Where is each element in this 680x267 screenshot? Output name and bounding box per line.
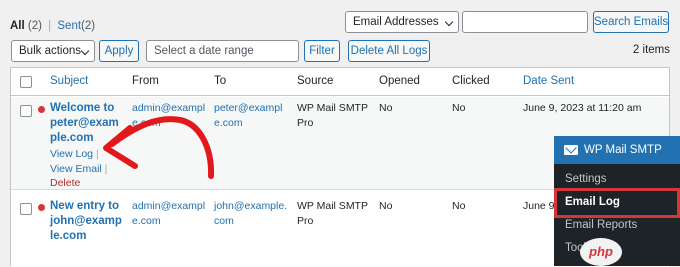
row-checkbox[interactable]: [20, 105, 32, 117]
unread-dot-icon: [38, 204, 45, 211]
row-checkbox[interactable]: [20, 203, 32, 215]
subject-line: le.com: [50, 230, 87, 242]
table-header: Subject From To Source Opened Clicked Da…: [11, 68, 669, 96]
date-range-input[interactable]: Select a date range: [146, 40, 299, 62]
action-separator: |: [104, 162, 108, 175]
column-clicked: Clicked: [452, 75, 490, 87]
date-range-placeholder: Select a date range: [154, 45, 254, 57]
apply-button[interactable]: Apply: [99, 40, 139, 62]
action-separator: |: [95, 148, 99, 160]
subject-line: peter@exam: [50, 117, 119, 129]
subject-line: ple.com: [50, 132, 94, 144]
to-line: com: [214, 215, 234, 227]
source-cell: WP Mail SMTP Pro: [297, 101, 368, 131]
menu-item-email-reports[interactable]: Email Reports: [565, 219, 637, 231]
from-cell[interactable]: admin@exampl e.com: [132, 101, 205, 131]
clicked-cell: No: [452, 200, 466, 212]
highlight-box: [554, 188, 680, 218]
unread-dot-icon: [38, 106, 45, 113]
to-line: john@example.: [214, 200, 288, 212]
source-cell: WP Mail SMTP Pro: [297, 199, 368, 229]
search-emails-button[interactable]: Search Emails: [593, 11, 669, 33]
search-type-select[interactable]: Email Addresses: [345, 11, 459, 33]
filter-all-link[interactable]: All: [10, 20, 25, 32]
delete-link[interactable]: Delete: [50, 177, 80, 189]
bulk-actions-select[interactable]: Bulk actions: [11, 40, 95, 62]
menu-item-settings[interactable]: Settings: [565, 173, 607, 185]
submenu-header[interactable]: WP Mail SMTP: [554, 136, 680, 164]
from-line: e.com: [132, 117, 161, 129]
to-cell[interactable]: john@example. com: [214, 199, 287, 229]
column-to: To: [214, 75, 227, 87]
from-cell[interactable]: admin@exampl e.com: [132, 199, 205, 229]
select-all-checkbox[interactable]: [20, 76, 32, 88]
date-sent-cell: June 9, 2023 at 11:20 am: [523, 102, 642, 114]
view-email-link[interactable]: View Email: [50, 163, 102, 175]
view-log-link[interactable]: View Log: [50, 148, 93, 160]
items-count: 2 items: [632, 44, 670, 56]
source-line: Pro: [297, 117, 314, 129]
clicked-cell: No: [452, 102, 466, 114]
row-actions: View Log | View Email | Delete: [50, 147, 107, 191]
filter-all-count: (2): [27, 20, 42, 32]
bulk-actions-value: Bulk actions: [19, 45, 82, 57]
subject-line: New entry to: [50, 200, 120, 212]
to-cell[interactable]: peter@exampl e.com: [214, 101, 282, 131]
from-line: e.com: [132, 215, 161, 227]
filter-button[interactable]: Filter: [304, 40, 340, 62]
column-date-sent[interactable]: Date Sent: [523, 75, 574, 87]
subject-line: john@examp: [50, 215, 122, 227]
from-line: admin@exampl: [132, 102, 206, 114]
search-type-value: Email Addresses: [353, 16, 439, 28]
source-line: WP Mail SMTP: [297, 200, 368, 212]
status-filter: All (2) | Sent(2): [10, 20, 95, 32]
column-source: Source: [297, 75, 334, 87]
from-line: admin@exampl: [132, 200, 206, 212]
subject-line: Welcome to: [50, 102, 115, 114]
source-line: Pro: [297, 215, 314, 227]
filter-sent-link[interactable]: Sent: [57, 20, 81, 32]
source-line: WP Mail SMTP: [297, 102, 368, 114]
submenu-title: WP Mail SMTP: [584, 144, 662, 156]
chevron-down-icon: [444, 17, 454, 27]
to-line: peter@exampl: [214, 102, 283, 114]
filter-separator: |: [48, 20, 52, 32]
column-opened: Opened: [379, 75, 420, 87]
mail-icon: [564, 145, 578, 155]
to-line: e.com: [214, 117, 243, 129]
search-input[interactable]: [462, 11, 588, 33]
chevron-down-icon: [80, 46, 90, 56]
opened-cell: No: [379, 200, 393, 212]
email-subject-link[interactable]: Welcome to peter@exam ple.com: [50, 101, 122, 146]
php-watermark: php: [580, 238, 622, 266]
column-from: From: [132, 75, 159, 87]
column-subject[interactable]: Subject: [50, 75, 88, 87]
opened-cell: No: [379, 102, 393, 114]
email-subject-link[interactable]: New entry to john@examp le.com: [50, 199, 122, 244]
delete-all-logs-button[interactable]: Delete All Logs: [348, 40, 430, 62]
filter-sent-count: (2): [81, 20, 96, 32]
